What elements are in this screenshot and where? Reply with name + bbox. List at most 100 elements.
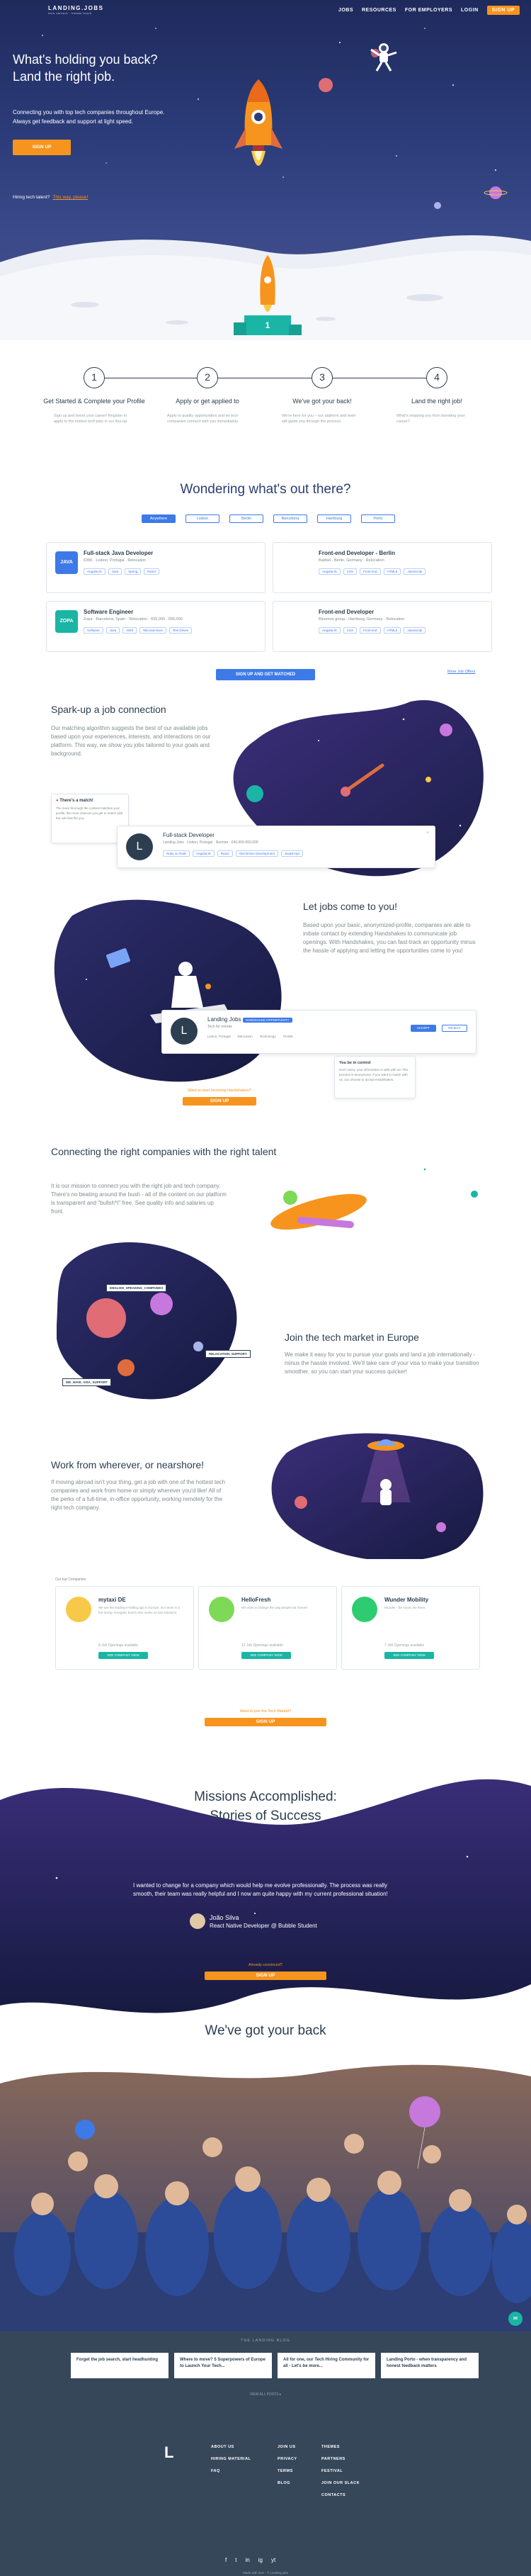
nav-resources[interactable]: RESOURCES xyxy=(362,8,396,13)
nav-signup-button[interactable]: SIGN UP xyxy=(486,5,520,15)
come-title: Let jobs come to you! xyxy=(303,901,398,912)
company-view-button[interactable]: SEE COMPANY VIEW xyxy=(384,1652,434,1659)
facebook-icon[interactable]: f xyxy=(225,2557,227,2563)
twitter-icon[interactable]: t xyxy=(235,2557,236,2563)
view-all-posts-link[interactable]: VIEW ALL POSTS ▸ xyxy=(0,2392,531,2397)
step-2-title: Apply or get applied to xyxy=(176,398,239,405)
job-card[interactable]: Front-end Developer - Berlin Babbel · Be… xyxy=(273,542,492,593)
feature-badge: WE_HAVE_VISA_SUPPORT xyxy=(62,1378,112,1386)
main-nav: JOBS RESOURCES FOR EMPLOYERS LOGIN SIGN … xyxy=(338,5,520,15)
footer-column-1: ABOUT US HIRING MATERIAL FAQ xyxy=(211,2445,251,2481)
logo-tagline: tech careers · human touch xyxy=(48,11,92,15)
astronaut-blob-illustration xyxy=(54,899,282,1082)
filter-barcelona[interactable]: Barcelona xyxy=(273,514,307,523)
filter-lisbon[interactable]: Lisbon xyxy=(185,514,219,523)
handshake-tags: Lisbon, Portugal Relocation Technology 7… xyxy=(207,1035,469,1038)
hiring-talent-link[interactable]: This way, please! xyxy=(52,195,88,200)
feature-badge: RELOCATION_SUPPORT xyxy=(205,1350,251,1358)
nav-for-employers[interactable]: FOR EMPLOYERS xyxy=(405,8,452,13)
instagram-icon[interactable]: ig xyxy=(258,2557,263,2563)
company-card[interactable]: HelloFresh We want to change the way peo… xyxy=(198,1586,337,1670)
step-2-desc: Apply to quality opportunities and let t… xyxy=(167,414,239,424)
footer-link-blog[interactable]: BLOG xyxy=(278,2481,297,2485)
close-icon[interactable]: × xyxy=(426,831,429,836)
nav-jobs[interactable]: JOBS xyxy=(338,8,353,13)
blog-card[interactable]: Where to move? 5 Superpowers of Europe t… xyxy=(174,2353,272,2378)
tech-market-signup-button[interactable]: SIGN UP xyxy=(205,1718,326,1726)
blog-card[interactable]: Forget the job search, start headhunting xyxy=(71,2353,169,2378)
step-4-title: Land the right job! xyxy=(411,398,463,405)
footer-link-terms[interactable]: TERMS xyxy=(278,2469,297,2473)
job-tag: AWS xyxy=(122,627,137,634)
signup-get-matched-button[interactable]: SIGN UP AND GET MATCHED xyxy=(216,669,315,680)
hero-signup-button[interactable]: SIGN UP xyxy=(13,140,71,155)
matched-job-meta: Landing Jobs · Lisbon, Portugal · Remote… xyxy=(163,840,258,845)
job-tags: AngularJS Java Spring React xyxy=(84,568,256,575)
company-card[interactable]: mytaxi DE We are the leading e-hailing a… xyxy=(55,1586,194,1670)
nav-login[interactable]: LOGIN xyxy=(461,8,479,13)
footer-logo-icon[interactable]: L xyxy=(164,2443,173,2462)
company-logo xyxy=(352,1597,377,1622)
market-body: We make it easy for you to pursue your g… xyxy=(285,1351,479,1375)
footer-link-about[interactable]: ABOUT US xyxy=(211,2445,251,2449)
filter-anywhere[interactable]: Anywhere xyxy=(142,514,176,523)
job-tag: React xyxy=(144,568,160,575)
reject-button[interactable]: REJECT xyxy=(442,1025,467,1032)
company-view-button[interactable]: SEE COMPANY VIEW xyxy=(98,1652,148,1659)
match-note-title-text: There's a match! xyxy=(59,799,93,803)
footer-link-contacts[interactable]: CONTACTS xyxy=(321,2493,360,2497)
footer-link-slack[interactable]: JOIN OUR SLACK xyxy=(321,2481,360,2485)
linkedin-icon[interactable]: in xyxy=(245,2557,249,2563)
matched-job-card[interactable]: L Full-stack Developer Landing Jobs · Li… xyxy=(117,826,435,868)
handshake-card[interactable]: L Landing Jobs HANDSHAKE OPPORTUNITY Tec… xyxy=(161,1010,476,1054)
footer-link-festival[interactable]: FESTIVAL xyxy=(321,2469,360,2473)
filter-porto[interactable]: Porto xyxy=(361,514,395,523)
step-3: 3 We've got your back! We're here for yo… xyxy=(269,367,375,424)
footer-link-hiring-material[interactable]: HIRING MATERIAL xyxy=(211,2457,251,2461)
filter-hamburg[interactable]: Hamburg xyxy=(317,514,351,523)
market-title: Join the tech market in Europe xyxy=(285,1332,419,1343)
convinced-signup-button[interactable]: SIGN UP xyxy=(205,1972,326,1980)
footer-link-join-us[interactable]: JOIN US xyxy=(278,2445,297,2449)
remote-title: Work from wherever, or nearshore! xyxy=(51,1459,205,1470)
footer-link-partners[interactable]: PARTNERS xyxy=(321,2457,360,2461)
how-it-works-steps: 1 Get Started & Complete your Profile Si… xyxy=(0,354,531,446)
youtube-icon[interactable]: yt xyxy=(271,2557,275,2563)
remote-body: If moving abroad isn't your thing, get a… xyxy=(51,1479,226,1511)
site-logo[interactable]: LANDING.JOBS tech careers · human touch xyxy=(48,5,103,15)
podium-number: 1 xyxy=(265,320,270,330)
blog-card[interactable]: Landing Porto - when transparency and ho… xyxy=(381,2353,479,2378)
filter-berlin[interactable]: Berlin xyxy=(229,514,263,523)
more-job-offers-link[interactable]: More Job Offers xyxy=(447,670,475,674)
logo-text: LANDING.JOBS xyxy=(48,5,104,11)
blog-card[interactable]: All for one, our Tech Hiring Community f… xyxy=(278,2353,375,2378)
company-logo xyxy=(209,1597,234,1622)
chat-icon[interactable]: ✉ xyxy=(508,2312,523,2326)
footer-link-privacy[interactable]: PRIVACY xyxy=(278,2457,297,2461)
handshake-tag: 75-80K xyxy=(282,1035,294,1038)
company-logo xyxy=(66,1597,91,1622)
job-tag: AngularJS xyxy=(319,568,341,575)
control-note-title: You be in control xyxy=(339,1061,371,1065)
convinced-cta-question: Already convinced? xyxy=(248,1963,282,1967)
spark-body: Our matching algorithm suggests the best… xyxy=(51,725,211,757)
footer-link-themes[interactable]: THEMES xyxy=(321,2445,360,2449)
footer-link-faq[interactable]: FAQ xyxy=(211,2469,251,2473)
job-card[interactable]: ZOPA Software Engineer Zopa · Barcelona,… xyxy=(46,601,266,652)
company-logo: L xyxy=(126,833,153,860)
company-openings: 7 Job Openings available xyxy=(384,1643,425,1648)
accept-button[interactable]: ACCEPT xyxy=(411,1025,436,1032)
job-title: Software Engineer xyxy=(84,609,134,615)
job-card[interactable]: Front-end Developer Bloomon group · Hamb… xyxy=(273,601,492,652)
company-card[interactable]: Wunder Mobility Wunder - Be smart. Be th… xyxy=(341,1586,480,1670)
job-meta: Bloomon group · Hamburg, Germany · Reloc… xyxy=(319,617,405,621)
job-tag: Ruby on Rails xyxy=(163,850,190,857)
social-links: f t in ig yt xyxy=(225,2557,275,2563)
handshake-signup-button[interactable]: SIGN UP xyxy=(183,1097,256,1106)
feature-badge: ENGLISH_SPEAKING_COMPANIES xyxy=(106,1284,167,1292)
step-1-title: Get Started & Complete your Profile xyxy=(43,398,145,405)
job-card[interactable]: JAVA Full-stack Java Developer €35K · Li… xyxy=(46,542,266,593)
company-view-button[interactable]: SEE COMPANY VIEW xyxy=(241,1652,291,1659)
company-logo xyxy=(282,551,313,574)
step-4-desc: What's stopping you from boosting your c… xyxy=(396,414,465,424)
